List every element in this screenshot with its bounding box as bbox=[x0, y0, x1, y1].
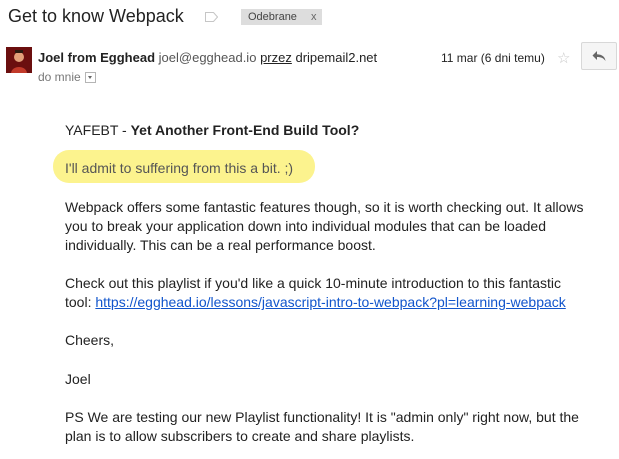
remove-label-button[interactable]: x bbox=[311, 11, 317, 23]
highlighted-line: I'll admit to suffering from this a bit.… bbox=[65, 160, 294, 176]
title-prefix: YAFEBT - bbox=[65, 122, 131, 138]
inbox-label-chip[interactable]: Odebrane x bbox=[241, 9, 323, 25]
avatar[interactable] bbox=[6, 47, 32, 73]
closing-text: Cheers, bbox=[65, 332, 115, 348]
paragraph-line: Check out this playlist if you'd like a … bbox=[65, 275, 562, 291]
chevron-down-icon[interactable] bbox=[84, 72, 96, 84]
email-subject: Get to know Webpack bbox=[8, 6, 184, 26]
link-prefix: tool: bbox=[65, 294, 96, 310]
email-date: 11 mar (6 dni temu) bbox=[441, 51, 545, 65]
reply-button[interactable] bbox=[581, 42, 617, 70]
label-icon[interactable] bbox=[205, 12, 218, 22]
sender-line: Joel from Egghead joel@egghead.io przez … bbox=[38, 50, 377, 65]
body-title: YAFEBT - Yet Another Front-End Build Too… bbox=[65, 121, 359, 140]
sender-email: joel@egghead.io bbox=[158, 50, 257, 65]
recipient-text: do mnie bbox=[38, 70, 81, 84]
inbox-label-text: Odebrane bbox=[248, 11, 297, 23]
paragraph-line: Webpack offers some fantastic features t… bbox=[65, 199, 584, 215]
via-domain: dripemail2.net bbox=[295, 50, 378, 65]
title-bold: Yet Another Front-End Build Tool? bbox=[130, 122, 360, 138]
reply-icon bbox=[592, 51, 606, 61]
paragraph-line: individually. This can be a real perform… bbox=[65, 237, 376, 253]
ps-line: PS We are testing our new Playlist funct… bbox=[65, 409, 579, 425]
star-icon[interactable]: ☆ bbox=[557, 49, 570, 67]
recipient-line: do mnie bbox=[38, 70, 96, 84]
via-info: przez dripemail2.net bbox=[260, 50, 377, 65]
via-link[interactable]: przez bbox=[260, 50, 292, 65]
sender-name[interactable]: Joel from Egghead bbox=[38, 50, 155, 65]
ps-line: plan is to allow subscribers to create a… bbox=[65, 428, 415, 444]
playlist-link[interactable]: https://egghead.io/lessons/javascript-in… bbox=[95, 294, 565, 310]
paragraph-line: you to break your application down into … bbox=[65, 218, 546, 234]
signature-text: Joel bbox=[65, 371, 91, 387]
paragraph-line: tool: https://egghead.io/lessons/javascr… bbox=[65, 293, 566, 312]
